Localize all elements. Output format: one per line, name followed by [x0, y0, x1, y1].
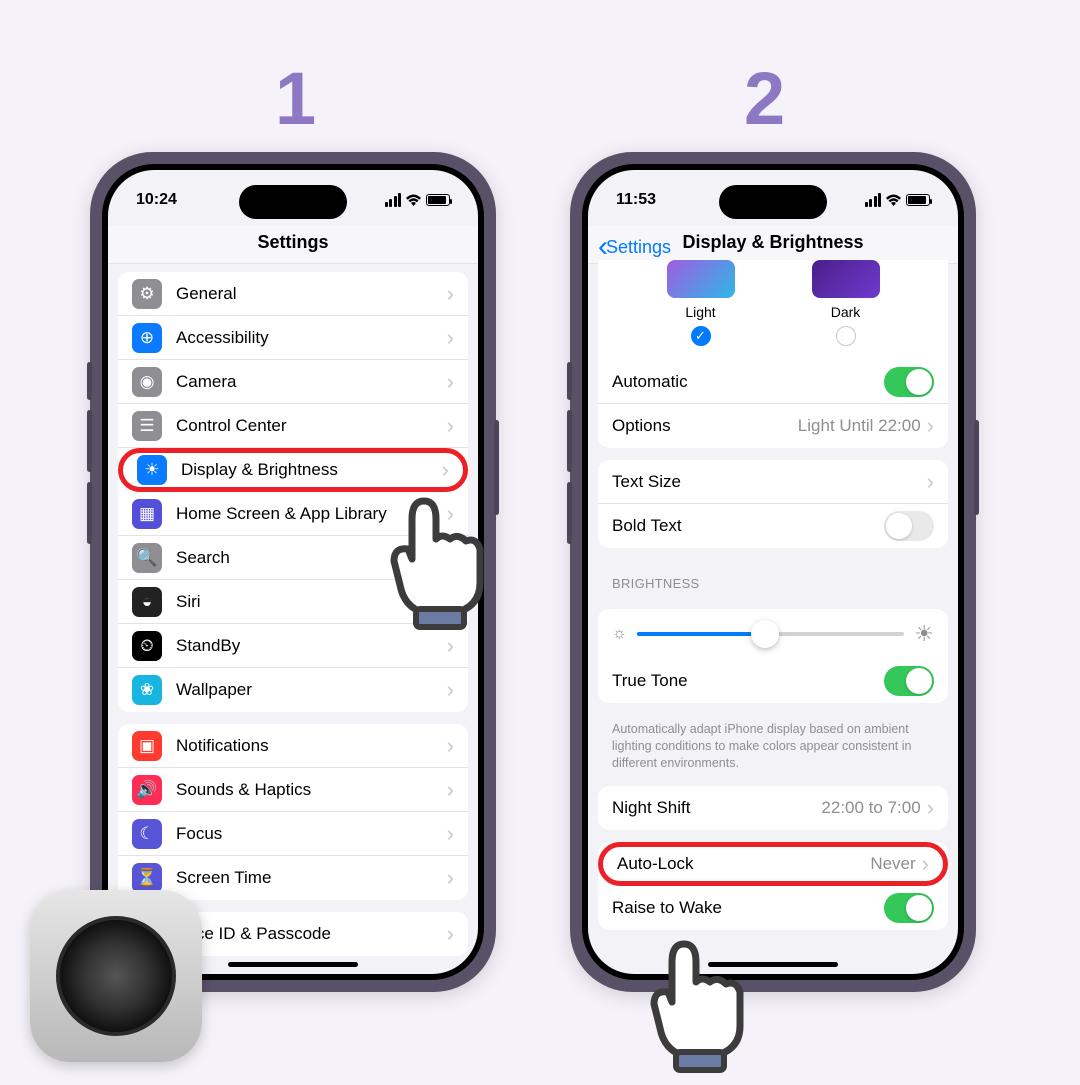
signal-icon: [385, 193, 402, 207]
appearance-dark[interactable]: Dark: [812, 260, 880, 346]
chevron-icon: ›: [447, 677, 454, 703]
automatic-toggle[interactable]: [884, 367, 934, 397]
phone-frame-2: 11:53 Settings Display & Brightness Ligh…: [570, 152, 976, 992]
raise-toggle[interactable]: [884, 893, 934, 923]
appearance-light[interactable]: Light✓: [667, 260, 735, 346]
chevron-icon: ›: [447, 281, 454, 307]
row-label: Face ID & Passcode: [176, 924, 447, 944]
dynamic-island: [719, 185, 827, 219]
signal-icon: [865, 193, 882, 207]
battery-icon: [426, 194, 450, 206]
back-button[interactable]: Settings: [598, 230, 671, 264]
wifi-icon: [885, 194, 902, 207]
row-auto-lock[interactable]: Auto-LockNever›: [598, 842, 948, 886]
row-focus[interactable]: ☾ Focus›: [118, 812, 468, 856]
sun-small-icon: ☼: [612, 625, 627, 643]
notifications-icon: ▣: [132, 731, 162, 761]
brightness-slider[interactable]: ☼ ☀: [598, 609, 948, 659]
status-time: 10:24: [136, 191, 177, 209]
nav-title: Settings: [108, 226, 478, 264]
row-wallpaper[interactable]: ❀ Wallpaper›: [118, 668, 468, 712]
row-sounds-haptics[interactable]: 🔊 Sounds & Haptics›: [118, 768, 468, 812]
row-raise-to-wake[interactable]: Raise to Wake: [598, 886, 948, 930]
row-label: Sounds & Haptics: [176, 780, 447, 800]
row-text-size[interactable]: Text Size›: [598, 460, 948, 504]
row-options[interactable]: OptionsLight Until 22:00›: [598, 404, 948, 448]
wallpaper-icon: ❀: [132, 675, 162, 705]
row-automatic[interactable]: Automatic: [598, 360, 948, 404]
section-brightness: BRIGHTNESS: [598, 560, 948, 597]
chevron-icon: ›: [447, 325, 454, 351]
chevron-icon: ›: [447, 821, 454, 847]
chevron-icon: ›: [447, 369, 454, 395]
row-bold-text[interactable]: Bold Text: [598, 504, 948, 548]
row-label: Screen Time: [176, 868, 447, 888]
focus-icon: ☾: [132, 819, 162, 849]
truetone-footer: Automatically adapt iPhone display based…: [598, 715, 948, 772]
accessibility-icon: ⊕: [132, 323, 162, 353]
chevron-icon: ›: [447, 921, 454, 947]
row-display-brightness[interactable]: ☀ Display & Brightness›: [118, 448, 468, 492]
siri-icon: ◒: [132, 587, 162, 617]
row-night-shift[interactable]: Night Shift22:00 to 7:00›: [598, 786, 948, 830]
row-label: Notifications: [176, 736, 447, 756]
row-label: General: [176, 284, 447, 304]
screen-time-icon: ⏳: [132, 863, 162, 893]
standby-icon: ⏲: [132, 631, 162, 661]
chevron-icon: ›: [447, 865, 454, 891]
dynamic-island: [239, 185, 347, 219]
row-camera[interactable]: ◉ Camera›: [118, 360, 468, 404]
row-label: Accessibility: [176, 328, 447, 348]
chevron-icon: ›: [447, 777, 454, 803]
truetone-toggle[interactable]: [884, 666, 934, 696]
tap-hand-icon: [630, 930, 760, 1085]
home-indicator: [228, 962, 358, 967]
row-label: Wallpaper: [176, 680, 447, 700]
sun-large-icon: ☀: [914, 621, 934, 647]
search-icon: 🔍: [132, 543, 162, 573]
row-label: Focus: [176, 824, 447, 844]
battery-icon: [906, 194, 930, 206]
row-general[interactable]: ⚙ General›: [118, 272, 468, 316]
camera-icon: ◉: [132, 367, 162, 397]
wifi-icon: [405, 194, 422, 207]
row-accessibility[interactable]: ⊕ Accessibility›: [118, 316, 468, 360]
chevron-icon: ›: [447, 413, 454, 439]
bold-toggle[interactable]: [884, 511, 934, 541]
chevron-icon: ›: [447, 733, 454, 759]
control-center-icon: ☰: [132, 411, 162, 441]
nav-title: Display & Brightness: [682, 232, 863, 252]
row-label: Control Center: [176, 416, 447, 436]
chevron-icon: ›: [442, 457, 449, 483]
status-time: 11:53: [616, 191, 656, 209]
step-number-1: 1: [275, 56, 316, 141]
row-label: Display & Brightness: [181, 460, 442, 480]
display-brightness-icon: ☀: [137, 455, 167, 485]
settings-app-icon: [30, 890, 202, 1062]
row-label: Camera: [176, 372, 447, 392]
row-notifications[interactable]: ▣ Notifications›: [118, 724, 468, 768]
sounds-haptics-icon: 🔊: [132, 775, 162, 805]
row-control-center[interactable]: ☰ Control Center›: [118, 404, 468, 448]
row-true-tone[interactable]: True Tone: [598, 659, 948, 703]
tap-hand-icon: [370, 487, 500, 642]
general-icon: ⚙: [132, 279, 162, 309]
home-screen-app-library-icon: ▦: [132, 499, 162, 529]
step-number-2: 2: [744, 56, 785, 141]
